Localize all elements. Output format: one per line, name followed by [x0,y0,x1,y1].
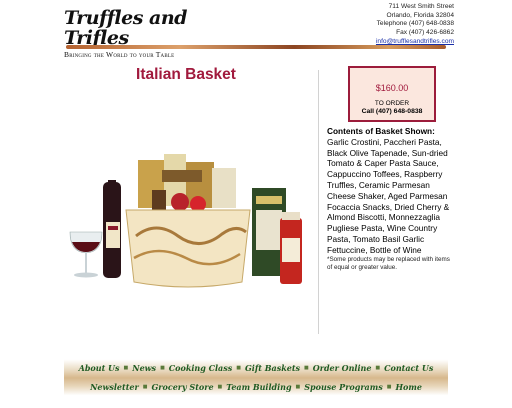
nav-team-building[interactable]: Team Building [225,382,292,392]
nav-spouse-programs[interactable]: Spouse Programs [303,382,383,392]
address-line-2: Orlando, Florida 32804 [386,11,454,19]
telephone: Telephone (407) 648-0838 [376,20,454,28]
header-divider [66,45,446,49]
basket [125,209,251,288]
nav-separator: ■ [160,365,165,371]
basket-contents: Contents of Basket Shown: Garlic Crostin… [327,126,455,256]
site-logo[interactable]: Truffles and Trifles Bringing the World … [64,8,214,59]
nav-separator: ■ [375,365,381,371]
fax: Fax (407) 426-6862 [396,29,454,37]
nav-newsletter[interactable]: Newsletter [89,382,140,392]
site-navigation: About Us ■ News ■ Cooking Class ■ Gift B… [64,354,448,400]
nav-gift-baskets[interactable]: Gift Baskets [244,363,301,373]
basket-image [69,154,302,288]
sauce-bottle [280,212,302,284]
nav-separator: ■ [142,384,148,390]
nav-cooking-class[interactable]: Cooking Class [168,363,233,373]
address-line-1: 711 West Smith Street [388,3,454,10]
nav-news[interactable]: News [131,363,157,373]
contact-info: 711 West Smith Street Orlando, Florida 3… [376,3,454,47]
nav-separator: ■ [295,384,301,390]
nav-grocery-store[interactable]: Grocery Store [150,382,214,392]
nav-about-us[interactable]: About Us [78,363,121,373]
nav-separator: ■ [386,384,392,390]
nav-row-2: Newsletter ■ Grocery Store ■ Team Buildi… [64,382,448,392]
wine-glass [69,231,103,278]
nav-home[interactable]: Home [394,382,422,392]
contents-heading: Contents of Basket Shown: [327,126,435,136]
column-divider [318,70,319,334]
nav-separator: ■ [217,384,223,390]
email-link[interactable]: info@trufflesandtrifles.com [376,38,454,45]
order-label: TO ORDER [374,100,410,107]
nav-contact-us[interactable]: Contact Us [383,363,434,373]
page-title: Italian Basket [136,66,236,83]
nav-separator: ■ [123,365,129,371]
nav-order-online[interactable]: Order Online [312,363,373,373]
contents-list: Garlic Crostini, Paccheri Pasta, Black O… [327,136,450,255]
substitution-note: *Some products may be replaced with item… [327,256,450,271]
nav-separator: ■ [236,365,241,371]
nav-row-1: About Us ■ News ■ Cooking Class ■ Gift B… [64,363,448,373]
nav-separator: ■ [304,365,309,371]
order-phone: Call (407) 648-0838 [361,108,423,115]
price-box: $160.00 TO ORDER Call (407) 648-0838 [348,66,436,122]
price: $160.00 [375,83,409,93]
logo-tagline: Bringing the World to your Table [64,50,175,59]
logo-text: Truffles and Trifles [64,7,187,49]
